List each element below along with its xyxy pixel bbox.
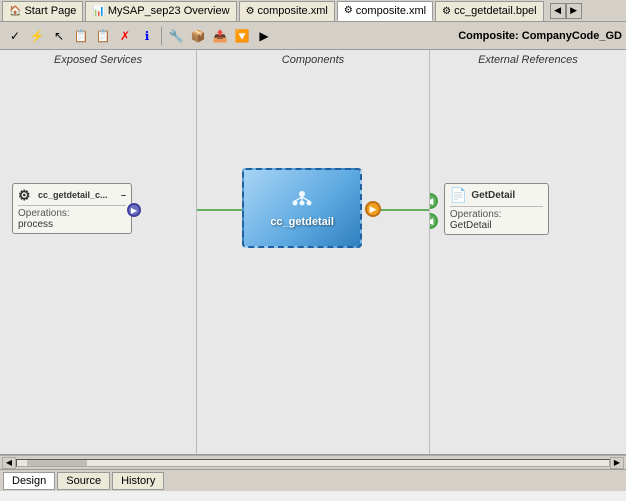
toolbar-delete-btn[interactable]: ✗ bbox=[115, 26, 135, 46]
tab-nav-buttons: ◀ ▶ bbox=[550, 3, 582, 19]
component-icon bbox=[291, 189, 313, 212]
component-node[interactable]: cc_getdetail bbox=[242, 168, 362, 248]
tab-composite-xml-1[interactable]: ⚙ composite.xml bbox=[239, 1, 335, 21]
exposed-collapse-btn[interactable]: – bbox=[121, 190, 126, 200]
exposed-ops-label: Operations: bbox=[18, 205, 126, 219]
toolbar-play-btn[interactable]: ▶ bbox=[254, 26, 274, 46]
scroll-track[interactable] bbox=[16, 459, 610, 467]
scroll-right-btn[interactable]: ▶ bbox=[610, 457, 624, 469]
horizontal-scrollbar[interactable]: ◀ ▶ bbox=[0, 455, 626, 469]
scroll-left-btn[interactable]: ◀ bbox=[2, 457, 16, 469]
composite-label: Composite: CompanyCode_GD bbox=[458, 30, 622, 42]
composite1-icon: ⚙ bbox=[246, 6, 255, 17]
scroll-thumb[interactable] bbox=[27, 460, 87, 466]
toolbar-check-btn[interactable]: ✓ bbox=[5, 26, 25, 46]
toolbar-copy-btn[interactable]: 📋 bbox=[71, 26, 91, 46]
external-ref-icon: 📄 bbox=[450, 187, 467, 204]
toolbar-sep-1 bbox=[161, 27, 162, 45]
toolbar: ✓ ⚡ ↖ 📋 📋 ✗ ℹ 🔧 📦 📤 🔽 ▶ Composite: Compa… bbox=[0, 22, 626, 50]
external-connector-bottom[interactable]: ◀ bbox=[430, 213, 438, 229]
tab-history[interactable]: History bbox=[112, 472, 164, 490]
exposed-ops-value: process bbox=[18, 219, 126, 230]
exposed-connector-out[interactable]: ▶ bbox=[127, 203, 141, 217]
exposed-service-name: cc_getdetail_c... bbox=[38, 190, 121, 200]
toolbar-cursor-btn[interactable]: ↖ bbox=[49, 26, 69, 46]
toolbar-paste-btn[interactable]: 📋 bbox=[93, 26, 113, 46]
toolbar-deploy-btn[interactable]: 📤 bbox=[210, 26, 230, 46]
tab-mysap-overview[interactable]: 📊 MySAP_sep23 Overview bbox=[85, 1, 236, 21]
components-canvas: cc_getdetail ▶ bbox=[197, 68, 429, 454]
components-header: Components bbox=[197, 50, 429, 68]
external-ops-label: Operations: bbox=[450, 206, 543, 220]
tab-source[interactable]: Source bbox=[57, 472, 110, 490]
external-refs-header: External References bbox=[430, 50, 626, 68]
tab-prev-button[interactable]: ◀ bbox=[550, 3, 566, 19]
tab-cc-getdetail[interactable]: ⚙ cc_getdetail.bpel bbox=[435, 1, 544, 21]
tab-next-button[interactable]: ▶ bbox=[566, 3, 582, 19]
component-label: cc_getdetail bbox=[270, 216, 334, 228]
composite2-icon: ⚙ bbox=[344, 5, 353, 16]
connection-lines bbox=[197, 68, 429, 454]
tab-design[interactable]: Design bbox=[3, 472, 55, 490]
exposed-service-node[interactable]: ⚙ cc_getdetail_c... – Operations: proces… bbox=[12, 183, 132, 234]
exposed-services-header: Exposed Services bbox=[0, 50, 196, 68]
cc-getdetail-icon: ⚙ bbox=[442, 6, 451, 17]
toolbar-dropdown-btn[interactable]: 🔽 bbox=[232, 26, 252, 46]
components-section: Components bbox=[197, 50, 430, 454]
main-canvas-area: Exposed Services ⚙ cc_getdetail_c... – O… bbox=[0, 50, 626, 455]
toolbar-settings-btn[interactable]: 🔧 bbox=[166, 26, 186, 46]
tab-bar: 🏠 Start Page 📊 MySAP_sep23 Overview ⚙ co… bbox=[0, 0, 626, 22]
external-ref-title: 📄 GetDetail bbox=[450, 187, 543, 204]
exposed-services-section: Exposed Services ⚙ cc_getdetail_c... – O… bbox=[0, 50, 197, 454]
tab-composite-xml-2[interactable]: ⚙ composite.xml bbox=[337, 1, 433, 21]
toolbar-info-btn[interactable]: ℹ bbox=[137, 26, 157, 46]
component-connector-out[interactable]: ▶ bbox=[365, 201, 381, 217]
start-page-icon: 🏠 bbox=[9, 6, 21, 17]
toolbar-package-btn[interactable]: 📦 bbox=[188, 26, 208, 46]
tab-start-page[interactable]: 🏠 Start Page bbox=[2, 1, 83, 21]
external-refs-section: External References ◀ ◀ 📄 GetDetail Oper… bbox=[430, 50, 626, 454]
exposed-canvas: ⚙ cc_getdetail_c... – Operations: proces… bbox=[0, 68, 196, 454]
external-canvas: ◀ ◀ 📄 GetDetail Operations: GetDetail bbox=[430, 68, 626, 454]
external-ref-name: GetDetail bbox=[471, 190, 515, 201]
bottom-tab-bar: Design Source History bbox=[0, 469, 626, 491]
mysap-icon: 📊 bbox=[92, 6, 104, 17]
external-connector-top[interactable]: ◀ bbox=[430, 193, 438, 209]
exposed-service-title: ⚙ cc_getdetail_c... – bbox=[18, 187, 126, 203]
external-ops-value: GetDetail bbox=[450, 220, 543, 231]
exposed-gear-icon: ⚙ bbox=[18, 187, 34, 203]
toolbar-run-btn[interactable]: ⚡ bbox=[27, 26, 47, 46]
external-ref-node[interactable]: 📄 GetDetail Operations: GetDetail bbox=[444, 183, 549, 235]
